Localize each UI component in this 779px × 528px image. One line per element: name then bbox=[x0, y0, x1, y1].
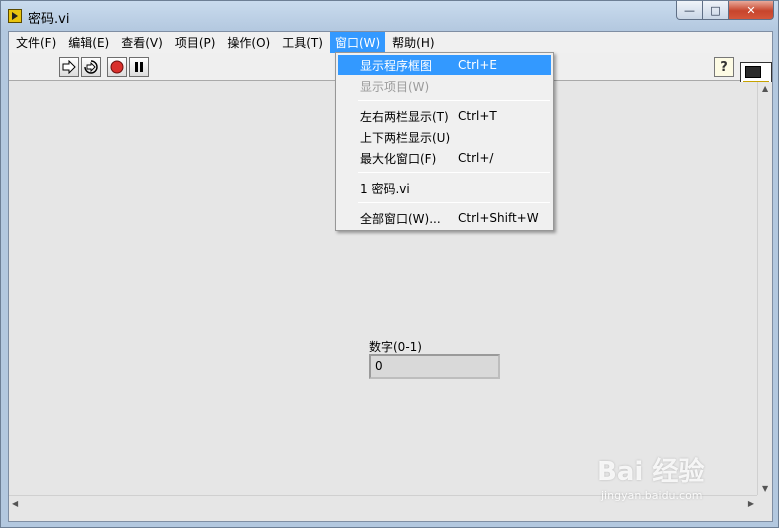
menu-separator bbox=[358, 100, 550, 101]
menu-item-tile-up-down[interactable]: 上下两栏显示(U) bbox=[338, 127, 551, 147]
watermark-brand: Bai 经验 bbox=[597, 457, 705, 487]
menu-item-label: 显示程序框图 bbox=[360, 58, 433, 73]
menu-tools[interactable]: 工具(T) bbox=[277, 32, 328, 53]
vi-screen-icon bbox=[745, 66, 761, 78]
vertical-scrollbar[interactable]: ▲ ▼ bbox=[757, 82, 772, 495]
status-bar bbox=[9, 510, 772, 521]
pause-button[interactable] bbox=[129, 57, 149, 77]
menu-help[interactable]: 帮助(H) bbox=[387, 32, 439, 53]
menu-item-label: 左右两栏显示(T) bbox=[360, 109, 449, 124]
close-button[interactable]: ✕ bbox=[729, 1, 774, 20]
title-bar[interactable]: 密码.vi — □ ✕ bbox=[1, 1, 778, 31]
run-arrow-icon bbox=[62, 60, 76, 74]
abort-button[interactable] bbox=[107, 57, 127, 77]
baidu-watermark: Bai 经验 jingyan.baidu.com bbox=[597, 447, 747, 509]
menu-window[interactable]: 窗口(W) bbox=[329, 32, 386, 53]
window-controls: — □ ✕ bbox=[676, 1, 774, 20]
maximize-button[interactable]: □ bbox=[703, 1, 729, 20]
minimize-icon: — bbox=[684, 3, 695, 17]
menu-item-open-vi[interactable]: 1 密码.vi bbox=[338, 178, 551, 198]
scroll-right-icon[interactable]: ▶ bbox=[748, 499, 754, 508]
menu-item-maximize-window[interactable]: 最大化窗口(F) Ctrl+/ bbox=[338, 148, 551, 168]
menu-item-label: 1 密码.vi bbox=[360, 181, 410, 196]
minimize-button[interactable]: — bbox=[676, 1, 703, 20]
menu-operate[interactable]: 操作(O) bbox=[222, 32, 275, 53]
menu-item-show-project: 显示项目(W) bbox=[338, 76, 551, 96]
menu-view[interactable]: 查看(V) bbox=[116, 32, 168, 53]
menu-separator bbox=[358, 172, 550, 173]
close-icon: ✕ bbox=[746, 3, 756, 17]
window-title: 密码.vi bbox=[28, 12, 70, 27]
menu-edit[interactable]: 编辑(E) bbox=[63, 32, 114, 53]
menu-item-label: 上下两栏显示(U) bbox=[360, 130, 451, 145]
maximize-icon: □ bbox=[710, 3, 721, 17]
menu-separator bbox=[358, 202, 550, 203]
watermark-url: jingyan.baidu.com bbox=[601, 489, 703, 502]
numeric-label: 数字(0-1) bbox=[369, 340, 422, 354]
menu-item-all-windows[interactable]: 全部窗口(W)... Ctrl+Shift+W bbox=[338, 208, 551, 228]
scroll-left-icon[interactable]: ◀ bbox=[12, 499, 18, 508]
menu-item-show-block-diagram[interactable]: 显示程序框图 Ctrl+E bbox=[338, 55, 551, 75]
app-window: 密码.vi — □ ✕ 文件(F) 编辑(E) 查看(V) 项目(P) 操作(O… bbox=[0, 0, 779, 528]
run-continuously-button[interactable] bbox=[81, 57, 101, 77]
menu-file[interactable]: 文件(F) bbox=[11, 32, 61, 53]
menu-item-shortcut: Ctrl+E bbox=[458, 58, 497, 72]
scroll-up-icon[interactable]: ▲ bbox=[762, 84, 768, 93]
menu-item-shortcut: Ctrl+/ bbox=[458, 151, 494, 165]
menu-item-label: 全部窗口(W)... bbox=[360, 211, 441, 226]
labview-vi-icon[interactable] bbox=[8, 9, 22, 23]
run-continuously-icon bbox=[84, 60, 98, 74]
menu-item-label: 最大化窗口(F) bbox=[360, 151, 437, 166]
menu-item-shortcut: Ctrl+T bbox=[458, 109, 497, 123]
scroll-down-icon[interactable]: ▼ bbox=[762, 484, 768, 493]
menu-bar: 文件(F) 编辑(E) 查看(V) 项目(P) 操作(O) 工具(T) 窗口(W… bbox=[9, 32, 772, 53]
abort-stop-icon bbox=[110, 60, 124, 74]
pause-icon bbox=[135, 62, 143, 72]
context-help-button[interactable]: ? bbox=[714, 57, 734, 77]
menu-item-label: 显示项目(W) bbox=[360, 79, 430, 94]
numeric-indicator[interactable]: 0 bbox=[369, 354, 500, 379]
menu-item-shortcut: Ctrl+Shift+W bbox=[458, 211, 539, 225]
menu-project[interactable]: 项目(P) bbox=[170, 32, 221, 53]
menu-item-tile-left-right[interactable]: 左右两栏显示(T) Ctrl+T bbox=[338, 106, 551, 126]
run-button[interactable] bbox=[59, 57, 79, 77]
window-menu-dropdown: 显示程序框图 Ctrl+E 显示项目(W) 左右两栏显示(T) Ctrl+T 上… bbox=[335, 52, 554, 231]
